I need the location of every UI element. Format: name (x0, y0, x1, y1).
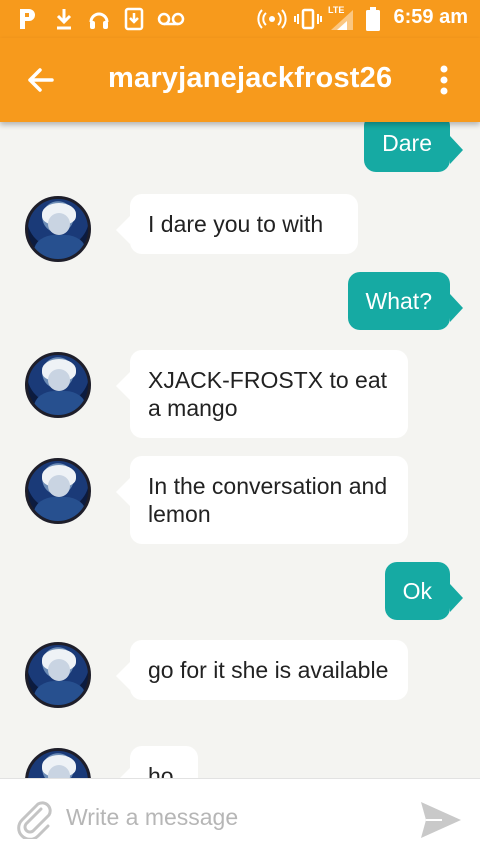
network-type-label: LTE (328, 5, 345, 15)
status-bar: LTE 6:59 am (0, 0, 480, 38)
contact-avatar[interactable] (25, 748, 91, 778)
back-button[interactable] (22, 62, 62, 98)
message-composer (0, 778, 480, 854)
more-vert-icon (440, 65, 448, 95)
attach-button[interactable] (14, 799, 54, 841)
incoming-message[interactable]: go for it she is available (116, 640, 408, 700)
voicemail-icon (156, 7, 186, 31)
incoming-message[interactable]: I dare you to with (116, 194, 358, 254)
pandora-icon (16, 7, 40, 31)
contact-avatar[interactable] (25, 642, 91, 708)
more-options-button[interactable] (432, 62, 456, 98)
battery-icon (364, 7, 382, 31)
paperclip-icon (17, 801, 52, 841)
conversation-title: maryjanejackfrost26 (108, 62, 393, 94)
conversation-header: maryjanejackfrost26 (0, 38, 480, 122)
vibrate-icon (294, 7, 322, 31)
download-icon (52, 7, 76, 31)
outgoing-message[interactable]: What? (347, 272, 464, 330)
incoming-message[interactable]: In the conversation and lemon (116, 456, 408, 544)
message-input[interactable] (66, 801, 396, 833)
message-list[interactable]: Dare I dare you to with What? XJACK-FROS… (0, 122, 480, 778)
outgoing-message[interactable]: Ok (384, 562, 464, 620)
headset-icon (86, 7, 112, 31)
outgoing-message[interactable]: Dare (364, 122, 463, 172)
send-icon (421, 802, 461, 838)
status-time: 6:59 am (393, 6, 469, 28)
download-box-icon (122, 7, 146, 31)
contact-avatar[interactable] (25, 196, 91, 262)
contact-avatar[interactable] (25, 352, 91, 418)
arrow-left-icon (28, 68, 54, 92)
signal-icon: LTE (326, 5, 356, 31)
incoming-message[interactable]: XJACK-FROSTX to eat a mango (116, 350, 408, 438)
send-button[interactable] (418, 799, 464, 841)
contact-avatar[interactable] (25, 458, 91, 524)
hotspot-icon (256, 7, 288, 31)
incoming-message[interactable]: ho (116, 746, 198, 778)
